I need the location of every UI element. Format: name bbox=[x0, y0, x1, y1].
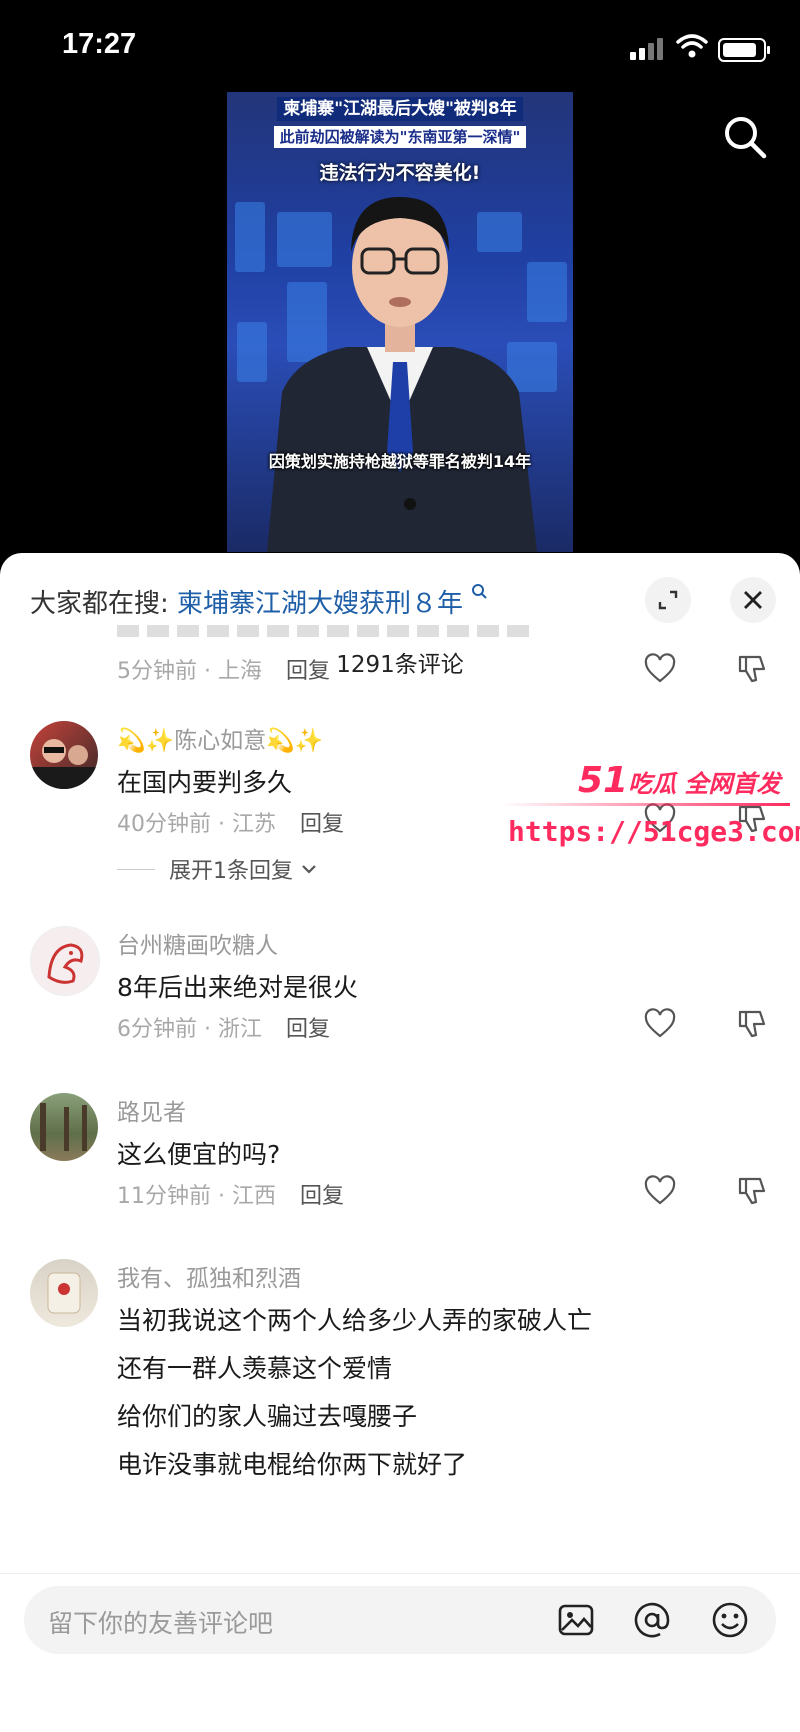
comment-text-line: 当初我说这个两个人给多少人弄的家破人亡 bbox=[117, 1306, 593, 1335]
hot-search[interactable]: 大家都在搜: 柬埔寨江湖大嫂获刑８年 bbox=[30, 583, 488, 620]
chevron-down-icon bbox=[302, 865, 316, 874]
signal-icon bbox=[630, 38, 663, 60]
avatar[interactable] bbox=[30, 721, 98, 789]
watermark-line bbox=[500, 803, 790, 806]
reply-button[interactable]: 回复 bbox=[300, 1184, 344, 1209]
heart-icon[interactable] bbox=[644, 1175, 676, 1207]
comment-text-line: 给你们的家人骗过去嘎腰子 bbox=[117, 1402, 418, 1431]
comment-author[interactable]: 台州糖画吹糖人 bbox=[117, 926, 278, 960]
expand-button[interactable] bbox=[645, 577, 691, 623]
hot-search-prefix: 大家都在搜: bbox=[30, 589, 169, 619]
video-caption-line3: 违法行为不容美化! bbox=[319, 162, 481, 184]
comment-text-line: 电诈没事就电棍给你两下就好了 bbox=[117, 1450, 468, 1479]
comment-sheet: 大家都在搜: 柬埔寨江湖大嫂获刑８年 1291条评论 5分钟前 · 上海回复 bbox=[0, 553, 800, 1731]
watermark-brand: 51吃瓜 全网首发 bbox=[578, 760, 781, 801]
comment-meta: 40分钟前 · 江苏 回复 bbox=[117, 812, 344, 837]
comment-text-line: 还有一群人羡慕这个爱情 bbox=[117, 1354, 393, 1383]
emoji-icon[interactable] bbox=[710, 1600, 750, 1640]
comment-input-placeholder: 留下你的友善评论吧 bbox=[48, 1609, 274, 1638]
comment-author[interactable]: 路见者 bbox=[117, 1093, 186, 1127]
comment-author[interactable]: 💫✨陈心如意💫✨ bbox=[117, 721, 324, 755]
comment-author[interactable]: 我有、孤独和烈酒 bbox=[117, 1259, 301, 1293]
video-caption-line2: 此前劫囚被解读为"东南亚第一深情" bbox=[227, 126, 573, 148]
dislike-icon[interactable] bbox=[736, 1175, 768, 1207]
video-player[interactable]: 柬埔寨"江湖最后大嫂"被判8年 此前劫囚被解读为"东南亚第一深情" 违法行为不容… bbox=[227, 92, 573, 552]
reply-button[interactable]: 回复 bbox=[300, 812, 344, 837]
comment-meta: 5分钟前 · 上海 回复 bbox=[117, 659, 330, 684]
dislike-icon[interactable] bbox=[736, 653, 768, 685]
comment-text: 8年后出来绝对是很火 bbox=[117, 973, 358, 1002]
close-icon bbox=[744, 591, 762, 609]
expand-icon bbox=[658, 590, 678, 610]
search-icon bbox=[472, 584, 488, 599]
at-icon[interactable] bbox=[632, 1600, 672, 1640]
status-time: 17:27 bbox=[62, 28, 137, 60]
search-icon[interactable] bbox=[722, 114, 768, 160]
dislike-icon[interactable] bbox=[736, 1008, 768, 1040]
cut-off-comment-text bbox=[117, 625, 537, 637]
wifi-icon bbox=[676, 34, 708, 58]
hot-search-keyword[interactable]: 柬埔寨江湖大嫂获刑８年 bbox=[177, 589, 463, 619]
heart-icon[interactable] bbox=[644, 1008, 676, 1040]
watermark-url: https://51cge3.com bbox=[508, 815, 800, 848]
avatar[interactable] bbox=[30, 926, 100, 996]
comment-text: 这么便宜的吗? bbox=[117, 1140, 281, 1169]
video-caption-line1: 柬埔寨"江湖最后大嫂"被判8年 bbox=[227, 94, 573, 121]
battery-icon bbox=[718, 38, 770, 62]
image-icon[interactable] bbox=[556, 1600, 596, 1640]
avatar[interactable] bbox=[30, 1093, 98, 1161]
close-button[interactable] bbox=[730, 577, 776, 623]
comment-text: 在国内要判多久 bbox=[117, 768, 293, 797]
reply-button[interactable]: 回复 bbox=[286, 1017, 330, 1042]
status-bar: 17:27 bbox=[0, 0, 800, 90]
reply-button[interactable]: 回复 bbox=[286, 659, 330, 684]
comment-meta: 11分钟前 · 江西 回复 bbox=[117, 1184, 344, 1209]
expand-replies[interactable]: 展开1条回复 bbox=[117, 853, 319, 885]
comment-meta: 6分钟前 · 浙江 回复 bbox=[117, 1017, 330, 1042]
avatar[interactable] bbox=[30, 1259, 98, 1327]
video-subtitle: 因策划实施持枪越狱等罪名被判14年 bbox=[268, 452, 532, 471]
heart-icon[interactable] bbox=[644, 653, 676, 685]
